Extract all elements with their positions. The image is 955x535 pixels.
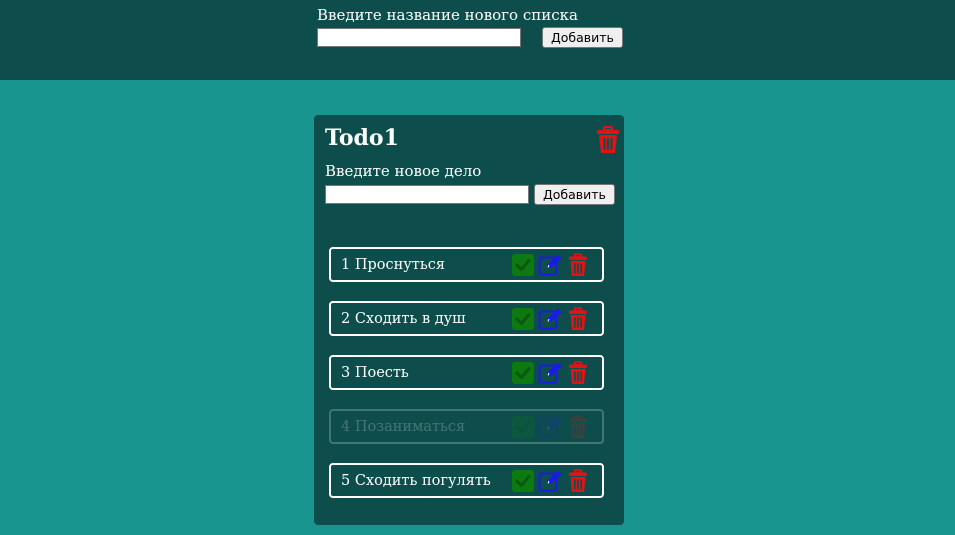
trash-icon[interactable] [568, 415, 588, 439]
task-item: 1 Проснуться [329, 247, 604, 282]
todo-list-card: Todo1 Введите новое дело Добавить 1 Прос… [314, 115, 624, 525]
task-actions [512, 307, 588, 331]
task-item: 4 Позаниматься [329, 409, 604, 444]
header-bar: Введите название нового списка Добавить [0, 0, 955, 80]
task-actions [512, 361, 588, 385]
new-task-label: Введите новое дело [325, 162, 482, 180]
trash-icon[interactable] [568, 469, 588, 493]
task-text: 5 Сходить погулять [341, 473, 491, 489]
task-item: 5 Сходить погулять [329, 463, 604, 498]
edit-icon[interactable] [538, 254, 564, 276]
add-list-button[interactable]: Добавить [542, 27, 623, 48]
check-icon[interactable] [512, 362, 534, 384]
task-text: 4 Позаниматься [341, 419, 466, 435]
new-list-label: Введите название нового списка [317, 6, 578, 24]
task-item: 3 Поесть [329, 355, 604, 390]
trash-icon[interactable] [568, 253, 588, 277]
task-actions [512, 415, 588, 439]
delete-list-trash-icon[interactable] [596, 126, 620, 154]
new-task-input[interactable] [325, 185, 529, 204]
trash-icon[interactable] [568, 307, 588, 331]
task-actions [512, 469, 588, 493]
check-icon[interactable] [512, 308, 534, 330]
task-text: 2 Сходить в душ [341, 311, 466, 327]
edit-icon[interactable] [538, 362, 564, 384]
task-text: 1 Проснуться [341, 257, 445, 273]
edit-icon[interactable] [538, 416, 564, 438]
check-icon[interactable] [512, 470, 534, 492]
edit-icon[interactable] [538, 308, 564, 330]
trash-icon[interactable] [568, 361, 588, 385]
edit-icon[interactable] [538, 470, 564, 492]
check-icon[interactable] [512, 254, 534, 276]
new-list-input[interactable] [317, 28, 521, 47]
list-title: Todo1 [325, 125, 399, 151]
task-item: 2 Сходить в душ [329, 301, 604, 336]
task-text: 3 Поесть [341, 365, 409, 381]
check-icon[interactable] [512, 416, 534, 438]
add-task-button[interactable]: Добавить [534, 184, 615, 205]
task-actions [512, 253, 588, 277]
